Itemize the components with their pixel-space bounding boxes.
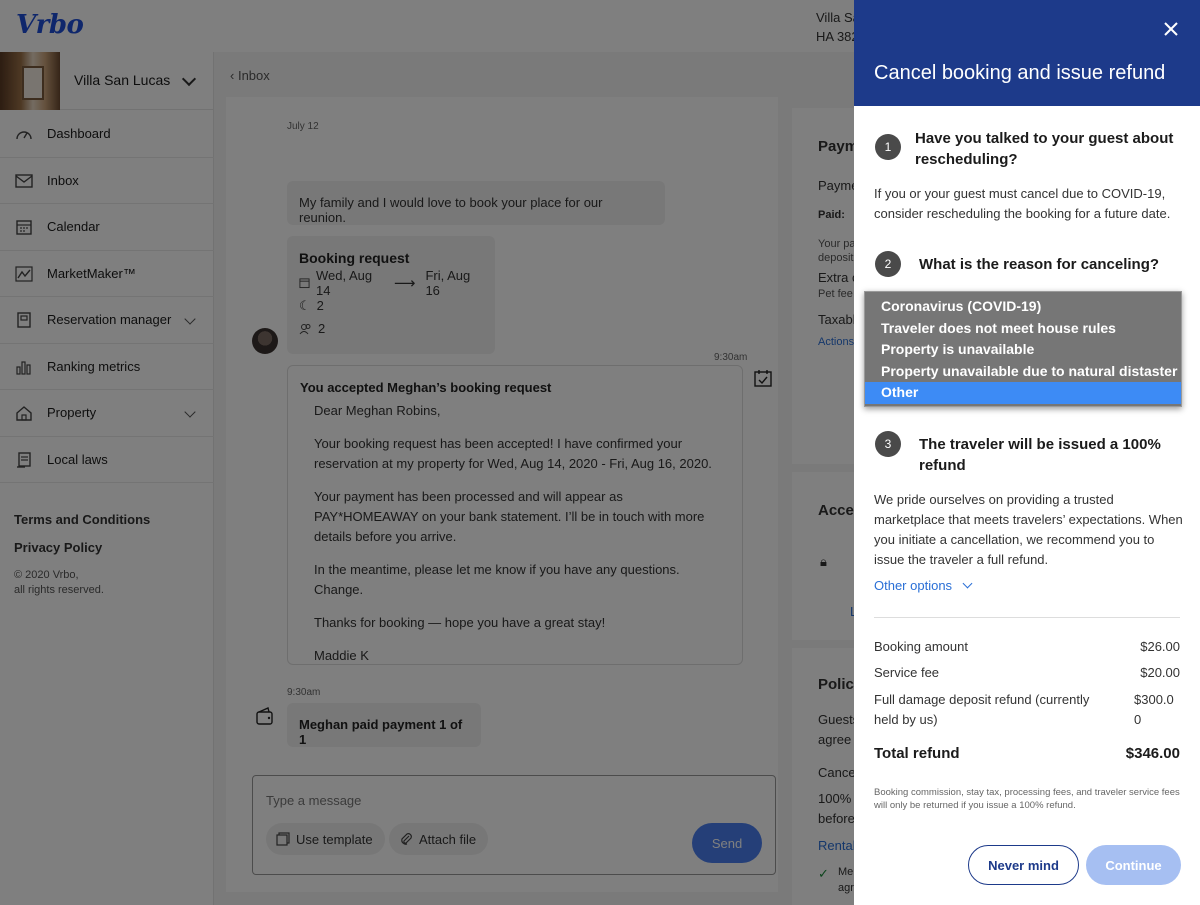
- reason-option[interactable]: Traveler does not meet house rules: [865, 318, 1181, 340]
- deposit-refund-value: $300.0 0: [1134, 690, 1180, 730]
- close-icon[interactable]: [1162, 20, 1180, 38]
- total-refund-value: $346.00: [1125, 745, 1180, 762]
- step-description: If you or your guest must cancel due to …: [874, 186, 1171, 221]
- deposit-refund-value-part: $300.0: [1134, 692, 1174, 707]
- reason-option[interactable]: Property unavailable due to natural dist…: [865, 361, 1181, 383]
- other-options-label: Other options: [874, 578, 953, 593]
- service-fee-label: Service fee: [874, 665, 940, 680]
- step-number: 3: [875, 431, 901, 457]
- chevron-down-icon: [962, 578, 973, 589]
- step-number: 2: [875, 251, 901, 277]
- step-question: What is the reason for canceling?: [919, 256, 1160, 273]
- reason-option-selected[interactable]: Other: [865, 382, 1181, 404]
- booking-amount-value: $26.00: [1140, 639, 1180, 654]
- booking-amount-label: Booking amount: [874, 639, 968, 654]
- fine-print: Booking commission, stay tax, processing…: [874, 787, 1180, 811]
- modal-backdrop[interactable]: [0, 0, 854, 905]
- step-question: The traveler will be issued a 100% refun…: [919, 436, 1161, 474]
- step-description: We pride ourselves on providing a truste…: [874, 492, 1183, 567]
- step-number: 1: [875, 134, 901, 160]
- cancel-booking-panel: Cancel booking and issue refund 1 Have y…: [854, 0, 1200, 905]
- service-fee-value: $20.00: [1140, 665, 1180, 680]
- deposit-refund-value-part: 0: [1134, 712, 1142, 727]
- never-mind-button[interactable]: Never mind: [968, 845, 1079, 885]
- reason-option[interactable]: Property is unavailable: [865, 339, 1181, 361]
- other-options-toggle[interactable]: Other options: [874, 578, 973, 593]
- panel-header: Cancel booking and issue refund: [854, 0, 1200, 106]
- divider: [874, 617, 1180, 618]
- total-refund-label: Total refund: [874, 745, 960, 762]
- panel-title: Cancel booking and issue refund: [874, 62, 1166, 84]
- step-question: Have you talked to your guest about resc…: [915, 130, 1174, 168]
- cancel-reason-dropdown[interactable]: Coronavirus (COVID-19) Traveler does not…: [864, 291, 1182, 407]
- continue-button[interactable]: Continue: [1086, 845, 1181, 885]
- deposit-refund-label: Full damage deposit refund (currently he…: [874, 692, 1090, 727]
- reason-option[interactable]: Coronavirus (COVID-19): [865, 296, 1181, 318]
